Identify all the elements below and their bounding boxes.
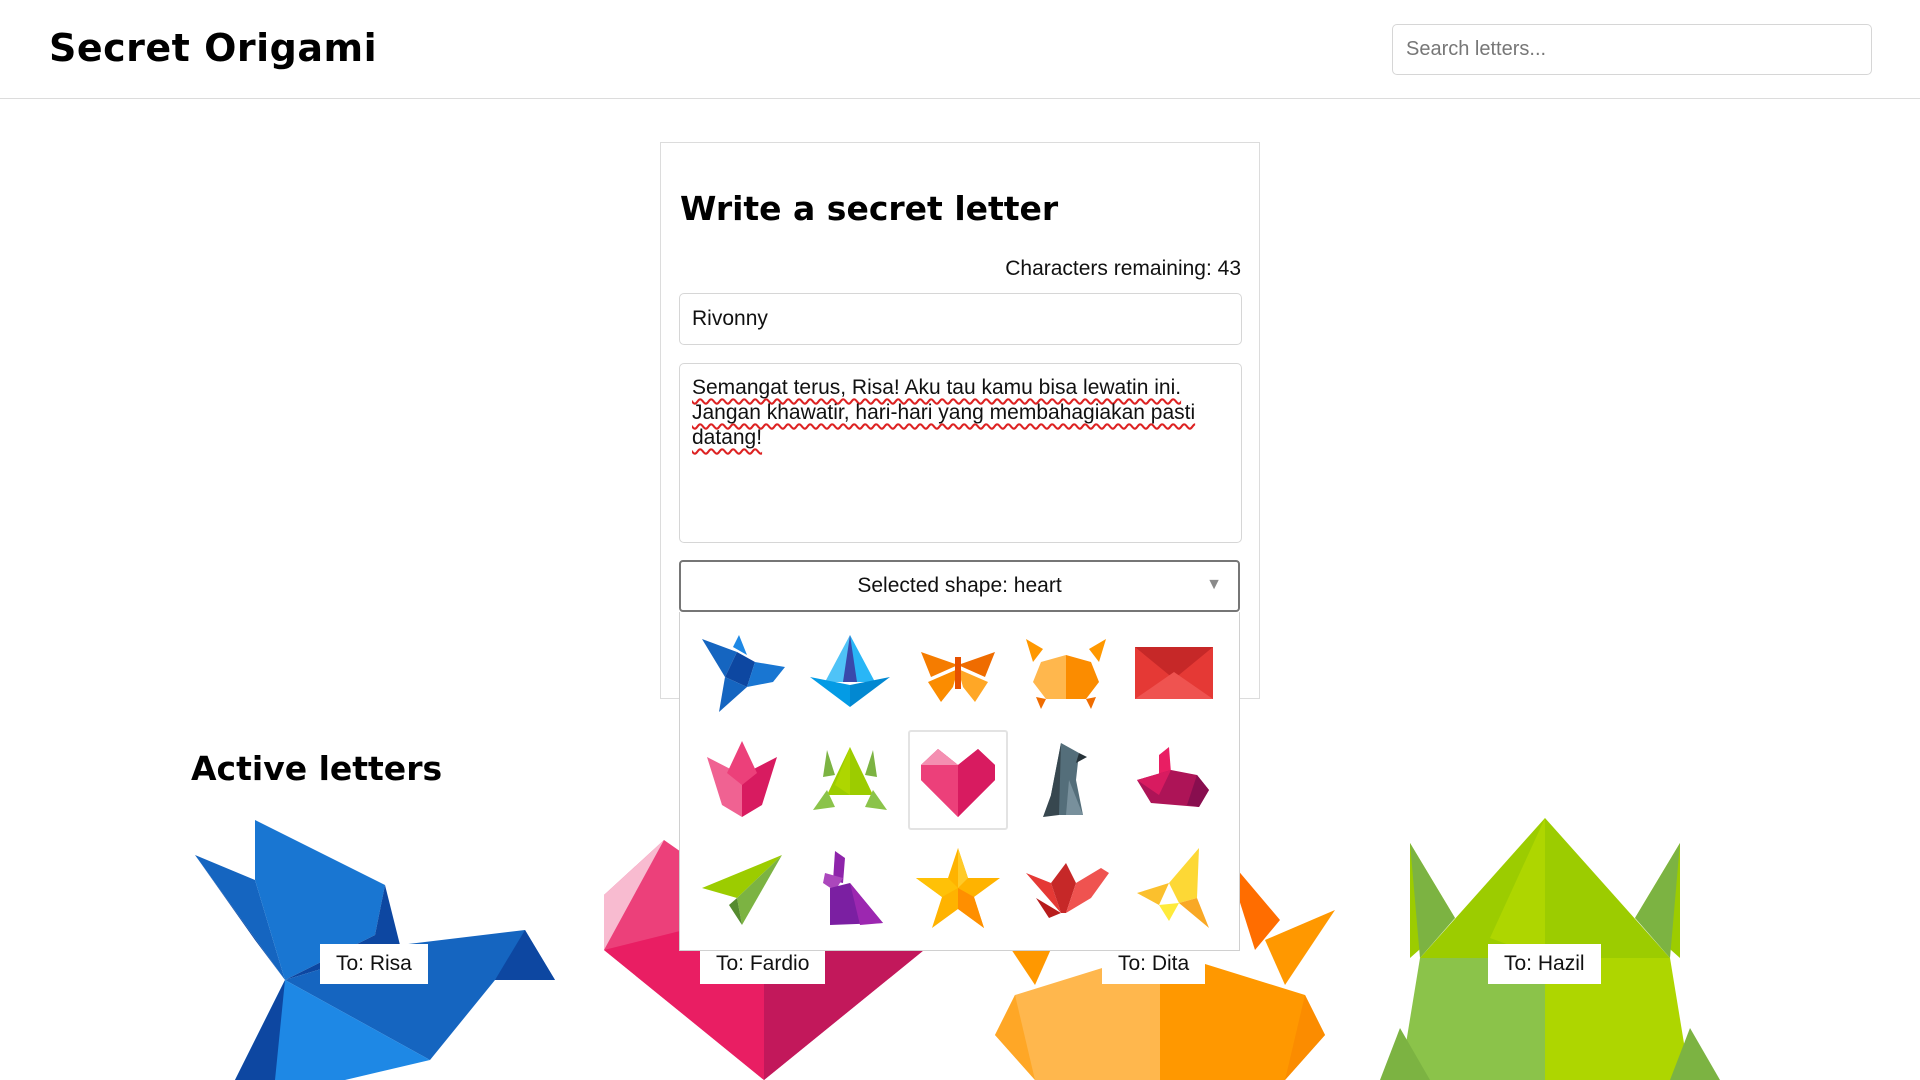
shape-option-tulip[interactable] [692, 730, 792, 830]
shape-option-envelope[interactable] [1124, 622, 1224, 722]
tulip-icon [707, 741, 777, 817]
recipient-name-input[interactable] [679, 293, 1242, 345]
penguin-icon [1043, 743, 1087, 817]
shape-select-label: Selected shape: heart [857, 574, 1062, 597]
swallow-icon [1137, 848, 1209, 928]
shape-option-rabbit[interactable] [1124, 730, 1224, 830]
form-title: Write a secret letter [680, 189, 1059, 228]
shape-option-heart[interactable] [908, 730, 1008, 830]
message-text: Semangat terus, Risa! Aku tau kamu bisa … [692, 376, 1196, 449]
letter-label[interactable]: To: Risa [320, 944, 428, 984]
shape-option-butterfly[interactable] [908, 622, 1008, 722]
envelope-icon [1135, 647, 1213, 699]
shape-option-plane[interactable] [692, 838, 792, 938]
crane-icon [1026, 863, 1109, 918]
logo[interactable]: Secret Origami [49, 26, 377, 70]
shape-option-penguin[interactable] [1016, 730, 1116, 830]
letter-label[interactable]: To: Hazil [1488, 944, 1601, 984]
shape-picker-dropdown [679, 612, 1240, 951]
frog-icon [813, 747, 887, 810]
shape-option-bird[interactable] [692, 622, 792, 722]
shape-option-crane[interactable] [1016, 838, 1116, 938]
butterfly-icon [921, 652, 995, 702]
bird-icon [702, 635, 785, 712]
rabbit-icon [1137, 747, 1209, 807]
shape-option-swallow[interactable] [1124, 838, 1224, 938]
shape-option-boat[interactable] [800, 622, 900, 722]
shape-option-crab[interactable] [1016, 622, 1116, 722]
plane-icon [702, 855, 782, 925]
header: Secret Origami [0, 0, 1920, 99]
shape-option-frog[interactable] [800, 730, 900, 830]
message-textarea[interactable]: Semangat terus, Risa! Aku tau kamu bisa … [679, 363, 1242, 543]
bunny-icon [823, 851, 883, 925]
chevron-down-icon: ▼ [1206, 576, 1222, 593]
characters-remaining: Characters remaining: 43 [1005, 257, 1241, 280]
shape-select[interactable]: Selected shape: heart ▼ [679, 560, 1240, 612]
heart-icon [921, 749, 995, 817]
shape-option-bunny[interactable] [800, 838, 900, 938]
crab-icon [1026, 639, 1106, 709]
boat-icon [810, 635, 890, 707]
search-input[interactable] [1392, 24, 1872, 75]
shape-option-star[interactable] [908, 838, 1008, 938]
star-icon [916, 848, 1000, 928]
active-letters-title: Active letters [191, 749, 443, 788]
